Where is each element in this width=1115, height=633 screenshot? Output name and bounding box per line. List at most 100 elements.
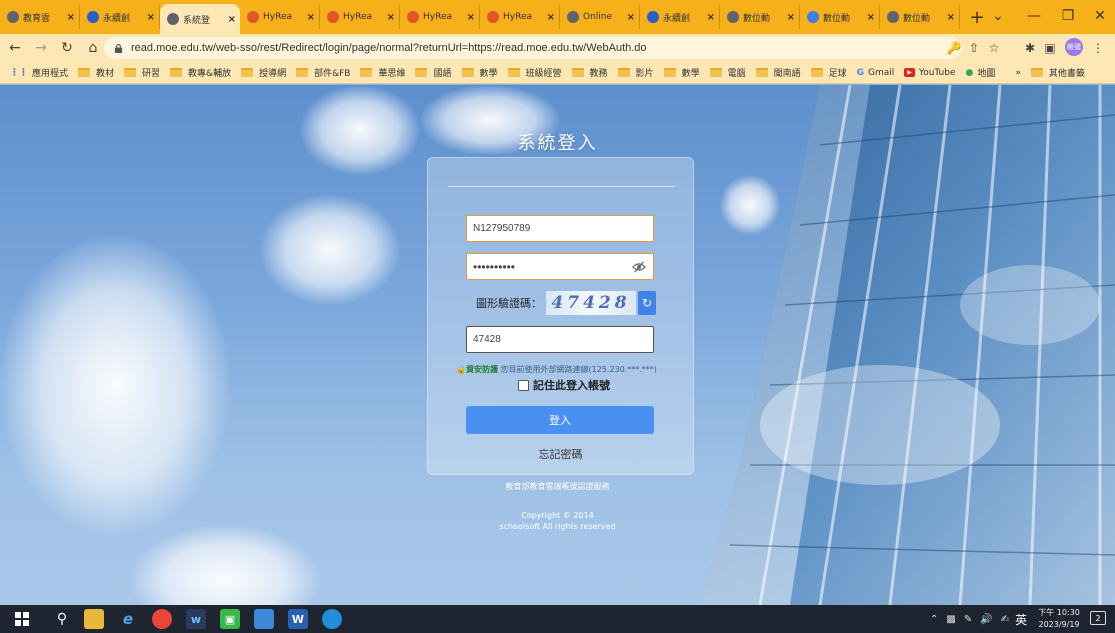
bookmark-item[interactable]: 數學 xyxy=(461,66,498,79)
close-tab-icon[interactable]: × xyxy=(947,12,955,23)
bookmark-item[interactable]: 部件&FB xyxy=(296,66,350,79)
clock[interactable]: 下午 10:30 2023/9/19 xyxy=(1036,607,1082,631)
globe-icon xyxy=(887,11,899,23)
browser-tab[interactable]: HyRea × xyxy=(480,5,560,29)
bookmarks-overflow-button[interactable]: » xyxy=(1015,68,1021,78)
notification-icon[interactable]: 2 xyxy=(1090,611,1106,625)
blue-diamond-icon xyxy=(87,11,99,23)
bookmark-item[interactable]: ▶ YouTube xyxy=(904,68,956,78)
close-tab-icon[interactable]: × xyxy=(387,12,395,23)
word-icon[interactable]: W xyxy=(288,609,308,629)
tab-search-icon[interactable]: ⌄ xyxy=(980,4,1016,28)
pen-icon[interactable]: ✎ xyxy=(964,614,972,625)
bookmark-item[interactable]: 教專&輔放 xyxy=(170,66,231,79)
password-value: •••••••••• xyxy=(473,259,516,274)
share-icon[interactable]: ⇧ xyxy=(966,40,982,56)
close-tab-icon[interactable]: × xyxy=(707,12,715,23)
checkbox-box[interactable] xyxy=(518,379,529,391)
volume-icon[interactable]: 🔊 xyxy=(980,614,992,625)
close-window-icon[interactable]: ✕ xyxy=(1082,4,1115,28)
minimize-icon[interactable]: — xyxy=(1016,4,1052,28)
close-tab-icon[interactable]: × xyxy=(67,12,75,23)
menu-icon[interactable]: ⋮ xyxy=(1090,40,1106,56)
bookmark-item[interactable]: 國語 xyxy=(415,66,452,79)
browser-tab[interactable]: 數位動 × xyxy=(720,5,800,29)
close-tab-icon[interactable]: × xyxy=(467,12,475,23)
browser-tab[interactable]: Online × xyxy=(560,5,640,29)
photos-icon[interactable] xyxy=(254,609,274,629)
browser-tab[interactable]: 永續創 × xyxy=(640,5,720,29)
ime-indicator[interactable]: 英 xyxy=(1015,611,1027,628)
other-bookmarks[interactable]: 其他書籤 xyxy=(1030,66,1085,79)
close-tab-icon[interactable]: × xyxy=(307,12,315,23)
bookmark-item[interactable]: 影片 xyxy=(617,66,654,79)
browser-tab[interactable]: HyRea × xyxy=(320,5,400,29)
address-bar[interactable]: read.moe.edu.tw/web-sso/rest/Redirect/lo… xyxy=(104,37,962,59)
captcha-input[interactable]: 47428 xyxy=(466,326,654,353)
bookmark-item[interactable]: ● 地圖 xyxy=(966,66,996,80)
back-icon[interactable]: ← xyxy=(4,37,26,59)
close-tab-icon[interactable]: × xyxy=(867,12,875,23)
service-name: 教育部教育雲端帳號認證服務 xyxy=(505,482,610,491)
bookmark-item[interactable]: 研習 xyxy=(124,66,160,79)
extensions-icon[interactable]: ✱ xyxy=(1022,40,1038,56)
close-tab-icon[interactable]: × xyxy=(627,12,635,23)
browser-tab[interactable]: 系統登 × xyxy=(160,4,240,34)
close-tab-icon[interactable]: × xyxy=(228,14,236,25)
chrome-icon[interactable] xyxy=(152,609,172,629)
bookmarks-bar: ⋮⋮ 應用程式 教材 研習 教專&輔放 授導網 部件&FB 華思維 國語 數學 班級經營 教務 影片 數學… xyxy=(0,62,1115,84)
browser-tab[interactable]: 永續創 × xyxy=(80,5,160,29)
browser-tab[interactable]: HyRea × xyxy=(240,5,320,29)
google-icon: G xyxy=(856,67,865,78)
bookmark-item[interactable]: 教務 xyxy=(571,66,608,79)
touch-keyboard-icon[interactable]: ✍ xyxy=(1001,614,1009,625)
tab-title: HyRea xyxy=(423,12,452,22)
bookmark-item[interactable]: G Gmail xyxy=(857,68,895,78)
bookmark-item[interactable]: 華思維 xyxy=(360,66,405,79)
bookmark-item[interactable]: 授導網 xyxy=(241,66,286,79)
reload-icon[interactable]: ↻ xyxy=(56,37,78,59)
windows-start-icon[interactable] xyxy=(12,609,32,629)
browser-tab[interactable]: HyRea × xyxy=(400,5,480,29)
bookmark-item[interactable]: 數學 xyxy=(663,66,700,79)
password-field[interactable]: •••••••••• xyxy=(466,253,654,280)
refresh-captcha-button[interactable]: ↻ xyxy=(638,291,656,315)
close-tab-icon[interactable]: × xyxy=(547,12,555,23)
bookmark-item[interactable]: ⋮⋮ 應用程式 xyxy=(10,66,68,80)
remember-account-checkbox[interactable]: 記住此登入帳號 xyxy=(518,377,610,393)
folder-icon xyxy=(709,68,722,77)
key-icon[interactable]: 🔑 xyxy=(946,40,962,56)
forgot-password-link[interactable]: 忘記密碼 xyxy=(428,446,693,462)
copyright-line: schoolsoft All rights reserved xyxy=(499,522,616,531)
home-icon[interactable]: ⌂ xyxy=(82,37,104,59)
bookmark-label: Gmail xyxy=(868,67,895,78)
browser-tab[interactable]: 數位動 × xyxy=(880,5,960,29)
maximize-icon[interactable]: ❐ xyxy=(1050,4,1086,28)
show-hidden-icons-icon[interactable]: ⌃ xyxy=(930,614,938,625)
sidepanel-icon[interactable]: ▣ xyxy=(1042,40,1058,56)
toggle-password-visibility-icon[interactable] xyxy=(632,260,646,274)
bookmark-item[interactable]: 閩南語 xyxy=(755,66,801,79)
file-explorer-icon[interactable] xyxy=(84,609,104,629)
webex-icon[interactable]: w xyxy=(186,609,206,629)
edge-icon[interactable] xyxy=(322,609,342,629)
username-field[interactable]: N127950789 xyxy=(466,215,654,242)
bookmark-item[interactable]: 足球 xyxy=(810,66,847,79)
line-icon[interactable]: ▣ xyxy=(220,609,240,629)
bookmark-item[interactable]: 班級經營 xyxy=(507,66,562,79)
bookmark-item[interactable]: 教材 xyxy=(78,66,114,79)
bookmark-item[interactable]: 電腦 xyxy=(709,66,746,79)
close-tab-icon[interactable]: × xyxy=(147,12,155,23)
profile-avatar[interactable]: 帳號 xyxy=(1065,38,1083,56)
folder-icon xyxy=(461,68,474,77)
login-button[interactable]: 登入 xyxy=(466,406,654,434)
network-icon[interactable]: ▩ xyxy=(946,614,955,625)
tab-title: HyRea xyxy=(263,12,292,22)
ie-browser-icon[interactable]: e xyxy=(118,609,138,629)
browser-tab[interactable]: 數位動 × xyxy=(800,5,880,29)
browser-tab[interactable]: 教育雲 × xyxy=(0,5,80,29)
star-icon[interactable]: ☆ xyxy=(986,40,1002,56)
search-icon[interactable]: ⚲ xyxy=(52,609,72,629)
close-tab-icon[interactable]: × xyxy=(787,12,795,23)
forward-icon[interactable]: → xyxy=(30,37,52,59)
